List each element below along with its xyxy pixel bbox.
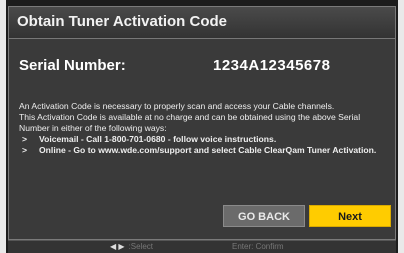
list-item: > Online - Go to www.wde.com/support and…: [19, 145, 389, 156]
screen-frame: Obtain Tuner Activation Code Serial Numb…: [0, 0, 404, 253]
serial-number-value: 1234A12345678: [213, 57, 331, 74]
chevron-right-icon: >: [22, 133, 28, 144]
left-edge: [0, 0, 6, 253]
voicemail-method: Voicemail - Call 1-800-701-0680 - follow…: [39, 133, 277, 144]
list-item: > Voicemail - Call 1-800-701-0680 - foll…: [19, 134, 389, 145]
instruction-paragraph: This Activation Code is available at no …: [19, 111, 361, 133]
right-edge: [398, 0, 404, 253]
instruction-paragraph: An Activation Code is necessary to prope…: [19, 101, 335, 111]
serial-number-row: Serial Number: 1234A12345678: [19, 57, 385, 81]
confirm-hint: Enter: Confirm: [232, 242, 284, 251]
dialog-title: Obtain Tuner Activation Code: [17, 13, 228, 30]
select-hint: ◀ ▶:Select: [110, 242, 153, 251]
serial-number-label: Serial Number:: [19, 57, 126, 74]
hint-bar: ◀ ▶:Select Enter: Confirm: [8, 240, 396, 253]
online-method: Online - Go to www.wde.com/support and s…: [39, 144, 377, 155]
left-right-arrows-icon: ◀ ▶: [110, 242, 125, 251]
chevron-right-icon: >: [22, 144, 28, 155]
activation-dialog: Obtain Tuner Activation Code Serial Numb…: [8, 6, 396, 240]
go-back-button[interactable]: GO BACK: [223, 205, 305, 227]
activation-methods-list: > Voicemail - Call 1-800-701-0680 - foll…: [19, 134, 389, 156]
select-hint-label: :Select: [128, 242, 153, 251]
dialog-titlebar: Obtain Tuner Activation Code: [9, 7, 395, 39]
next-button[interactable]: Next: [309, 205, 391, 227]
instructions-text: An Activation Code is necessary to prope…: [19, 101, 389, 156]
